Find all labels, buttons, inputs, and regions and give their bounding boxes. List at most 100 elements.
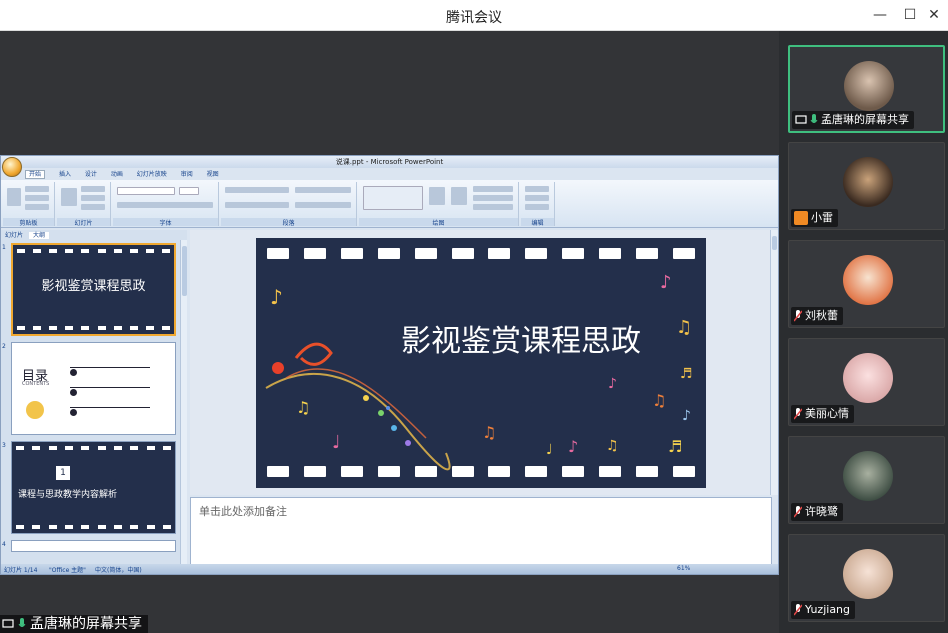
ppt-title: 说课.ppt - Microsoft PowerPoint (1, 156, 778, 168)
office-button-icon[interactable] (2, 157, 22, 177)
avatar (844, 61, 894, 111)
participant-tile[interactable]: 小雷 (788, 142, 945, 230)
slide-thumbnail-3[interactable]: 1 课程与思政教学内容解析 (11, 441, 176, 534)
avatar (843, 255, 893, 305)
svg-text:♬: ♬ (668, 437, 682, 456)
mic-on-icon (810, 114, 818, 123)
notes-pane[interactable]: 单击此处添加备注 (190, 497, 772, 565)
svg-text:♪: ♪ (568, 437, 578, 456)
shared-screen: 说课.ppt - Microsoft PowerPoint 开始 插入 设计 动… (0, 31, 779, 633)
slide-editor[interactable]: ♪ ♫ ♩ ♪ ♫ ♪ ♫ ♬ ♪ ♫ ♩ ♪ ♫ ♬ 影视鉴赏课程思政 (190, 230, 772, 495)
ribbon-label-editing: 编辑 (521, 218, 554, 227)
powerpoint-window[interactable]: 说课.ppt - Microsoft PowerPoint 开始 插入 设计 动… (0, 155, 779, 575)
screen-share-icon (795, 115, 807, 124)
tab-design[interactable]: 设计 (85, 171, 97, 178)
thumb-number: 2 (2, 343, 6, 350)
status-language: 中文(简体，中国) (95, 567, 142, 574)
svg-text:♩: ♩ (546, 442, 553, 458)
svg-text:♫: ♫ (482, 423, 496, 442)
screen-share-label: 孟唐琳的屏幕共享 (30, 616, 142, 632)
screen-share-tag: 孟唐琳的屏幕共享 (0, 615, 148, 633)
svg-text:♪: ♪ (270, 285, 283, 309)
ribbon-label-drawing: 绘图 (359, 218, 518, 227)
toc-subheading: CONTENTS (22, 381, 50, 387)
ribbon-group-paragraph[interactable]: 段落 (221, 182, 357, 227)
svg-text:♫: ♫ (606, 438, 619, 454)
slide-title[interactable]: 影视鉴赏课程思政 (336, 316, 706, 360)
participant-name-tag: 许晓鹭 (791, 503, 843, 521)
ribbon-tabs: 开始 插入 设计 动画 幻灯片放映 审阅 视图 (25, 169, 231, 179)
slide-scrollbar[interactable] (770, 230, 778, 495)
svg-text:♪: ♪ (660, 272, 672, 293)
avatar (843, 157, 893, 207)
panel-tab-slides[interactable]: 幻灯片 (1, 232, 27, 239)
panel-tab-outline[interactable]: 大纲 (28, 232, 49, 239)
participant-name: 小雷 (811, 211, 833, 224)
ribbon-group-font[interactable]: 字体 (113, 182, 219, 227)
svg-text:♫: ♫ (652, 391, 666, 410)
ribbon-group-editing[interactable]: 编辑 (521, 182, 555, 227)
slide-thumbnail-4[interactable] (11, 540, 176, 552)
tab-insert[interactable]: 插入 (59, 171, 71, 178)
mic-muted-icon (794, 604, 802, 616)
panel-tabs: 幻灯片 大纲 (1, 230, 49, 240)
participant-name: Yuzjiang (805, 603, 851, 616)
tab-animation[interactable]: 动画 (111, 171, 123, 178)
participant-name-tag: 孟唐琳的屏幕共享 (792, 111, 914, 129)
trumpet-icon (26, 401, 44, 419)
thumb-number: 1 (2, 244, 6, 251)
ribbon-label-paragraph: 段落 (221, 218, 356, 227)
participant-name: 孟唐琳的屏幕共享 (821, 113, 909, 126)
slide-thumbnail-1[interactable]: 影视鉴赏课程思政 (11, 243, 176, 336)
svg-text:♩: ♩ (332, 432, 341, 453)
thumbnail-scrollbar[interactable] (180, 240, 187, 564)
ribbon-group-slides[interactable]: 幻灯片 (57, 182, 111, 227)
ribbon-label-font: 字体 (113, 218, 218, 227)
tab-view[interactable]: 视图 (207, 171, 219, 178)
thumbnail-title: 影视鉴赏课程思政 (41, 279, 146, 294)
zoom-level[interactable]: 61% (677, 565, 690, 572)
status-theme: "Office 主题" (49, 567, 86, 574)
participant-name-tag: 美丽心情 (791, 405, 854, 423)
mic-muted-icon (794, 310, 802, 322)
mic-on-icon (18, 618, 26, 627)
slide-thumbnail-panel: 幻灯片 大纲 1 影视鉴赏课程思政 2 目录 CONTENTS 3 1 课程与思… (1, 230, 187, 564)
participant-tile[interactable]: 刘秋蕾 (788, 240, 945, 328)
ribbon-label-slides: 幻灯片 (57, 218, 110, 227)
orange-person-icon (794, 211, 808, 225)
mic-muted-icon (794, 506, 802, 518)
tab-review[interactable]: 审阅 (181, 171, 193, 178)
minimize-icon[interactable]: — (868, 4, 892, 26)
participant-name-tag: Yuzjiang (791, 601, 856, 619)
ribbon-group-clipboard[interactable]: 剪贴板 (3, 182, 55, 227)
mic-muted-icon (794, 408, 802, 420)
status-bar: 幻灯片 1/14 "Office 主题" 中文(简体，中国) 61% (1, 564, 778, 574)
ribbon: 剪贴板 幻灯片 字体 段落 绘图 编辑 (1, 180, 778, 228)
svg-text:♬: ♬ (680, 366, 693, 382)
thumb-number: 4 (2, 541, 6, 548)
screen-share-icon (2, 619, 14, 628)
svg-text:♪: ♪ (682, 408, 691, 424)
current-slide[interactable]: ♪ ♫ ♩ ♪ ♫ ♪ ♫ ♬ ♪ ♫ ♩ ♪ ♫ ♬ 影视鉴赏课程思政 (256, 238, 706, 488)
tab-home[interactable]: 开始 (25, 170, 46, 179)
participant-name: 许晓鹭 (805, 505, 838, 518)
slide-thumbnail-2[interactable]: 目录 CONTENTS (11, 342, 176, 435)
participant-tile[interactable]: 美丽心情 (788, 338, 945, 426)
notes-placeholder: 单击此处添加备注 (199, 505, 287, 518)
participant-name: 刘秋蕾 (805, 309, 838, 322)
svg-text:♫: ♫ (296, 398, 310, 417)
tab-slideshow[interactable]: 幻灯片放映 (137, 171, 167, 178)
participant-name-tag: 刘秋蕾 (791, 307, 843, 325)
ribbon-group-drawing[interactable]: 绘图 (359, 182, 519, 227)
participant-tile[interactable]: Yuzjiang (788, 534, 945, 622)
close-icon[interactable]: ✕ (922, 4, 946, 26)
thumb-number: 3 (2, 442, 6, 449)
avatar (843, 451, 893, 501)
maximize-icon[interactable]: ☐ (898, 4, 922, 26)
status-slide-count: 幻灯片 1/14 (4, 567, 38, 574)
app-titlebar: 腾讯会议 — ☐ ✕ (0, 0, 948, 31)
participant-tile[interactable]: 孟唐琳的屏幕共享 (788, 45, 945, 133)
participant-tile[interactable]: 许晓鹭 (788, 436, 945, 524)
participants-panel: 孟唐琳的屏幕共享 小雷 刘秋蕾 美丽心情 许晓鹭 Yuzjiang (779, 31, 948, 633)
avatar (843, 353, 893, 403)
